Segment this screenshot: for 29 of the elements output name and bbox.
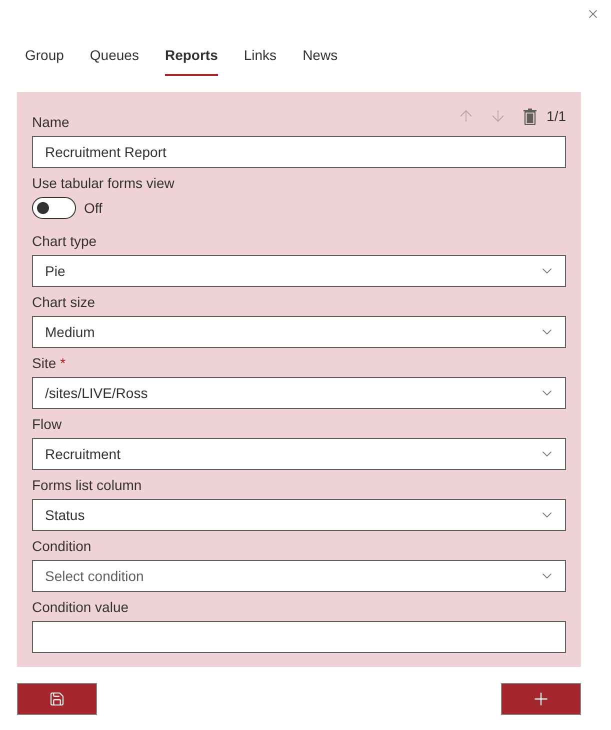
save-icon xyxy=(49,691,65,707)
dropdown[interactable]: /sites/LIVE/Ross xyxy=(32,377,566,409)
dropdown[interactable]: Recruitment xyxy=(32,438,566,470)
toggle-switch[interactable] xyxy=(32,197,76,219)
text-input[interactable] xyxy=(32,621,566,653)
tab[interactable]: News xyxy=(302,36,338,76)
tab[interactable]: Links xyxy=(244,36,277,76)
field-label: Name xyxy=(32,113,70,132)
field-label: Use tabular forms view xyxy=(32,174,176,193)
field-label: Condition value xyxy=(32,598,130,617)
field-label: Site * xyxy=(32,354,67,373)
field-label: Flow xyxy=(32,415,63,434)
dropdown[interactable]: Status xyxy=(32,499,566,531)
field-label: Chart type xyxy=(32,232,98,251)
field-label: Forms list column xyxy=(32,476,143,495)
tab[interactable]: Queues xyxy=(90,36,139,76)
dropdown[interactable]: Select condition xyxy=(32,560,566,592)
dropdown[interactable]: Pie xyxy=(32,255,566,287)
toggle-state-text: Off xyxy=(84,199,102,218)
tab[interactable]: Group xyxy=(25,36,64,76)
dropdown[interactable]: Medium xyxy=(32,316,566,348)
trash-icon xyxy=(522,108,537,124)
save-button[interactable] xyxy=(17,683,97,715)
tab[interactable]: Reports xyxy=(164,36,218,76)
field-label: Condition xyxy=(32,537,92,556)
field-label: Chart size xyxy=(32,293,96,312)
close-icon xyxy=(586,7,600,21)
text-input[interactable]: Recruitment Report xyxy=(32,136,566,168)
record-counter: 1/1 xyxy=(546,106,566,126)
